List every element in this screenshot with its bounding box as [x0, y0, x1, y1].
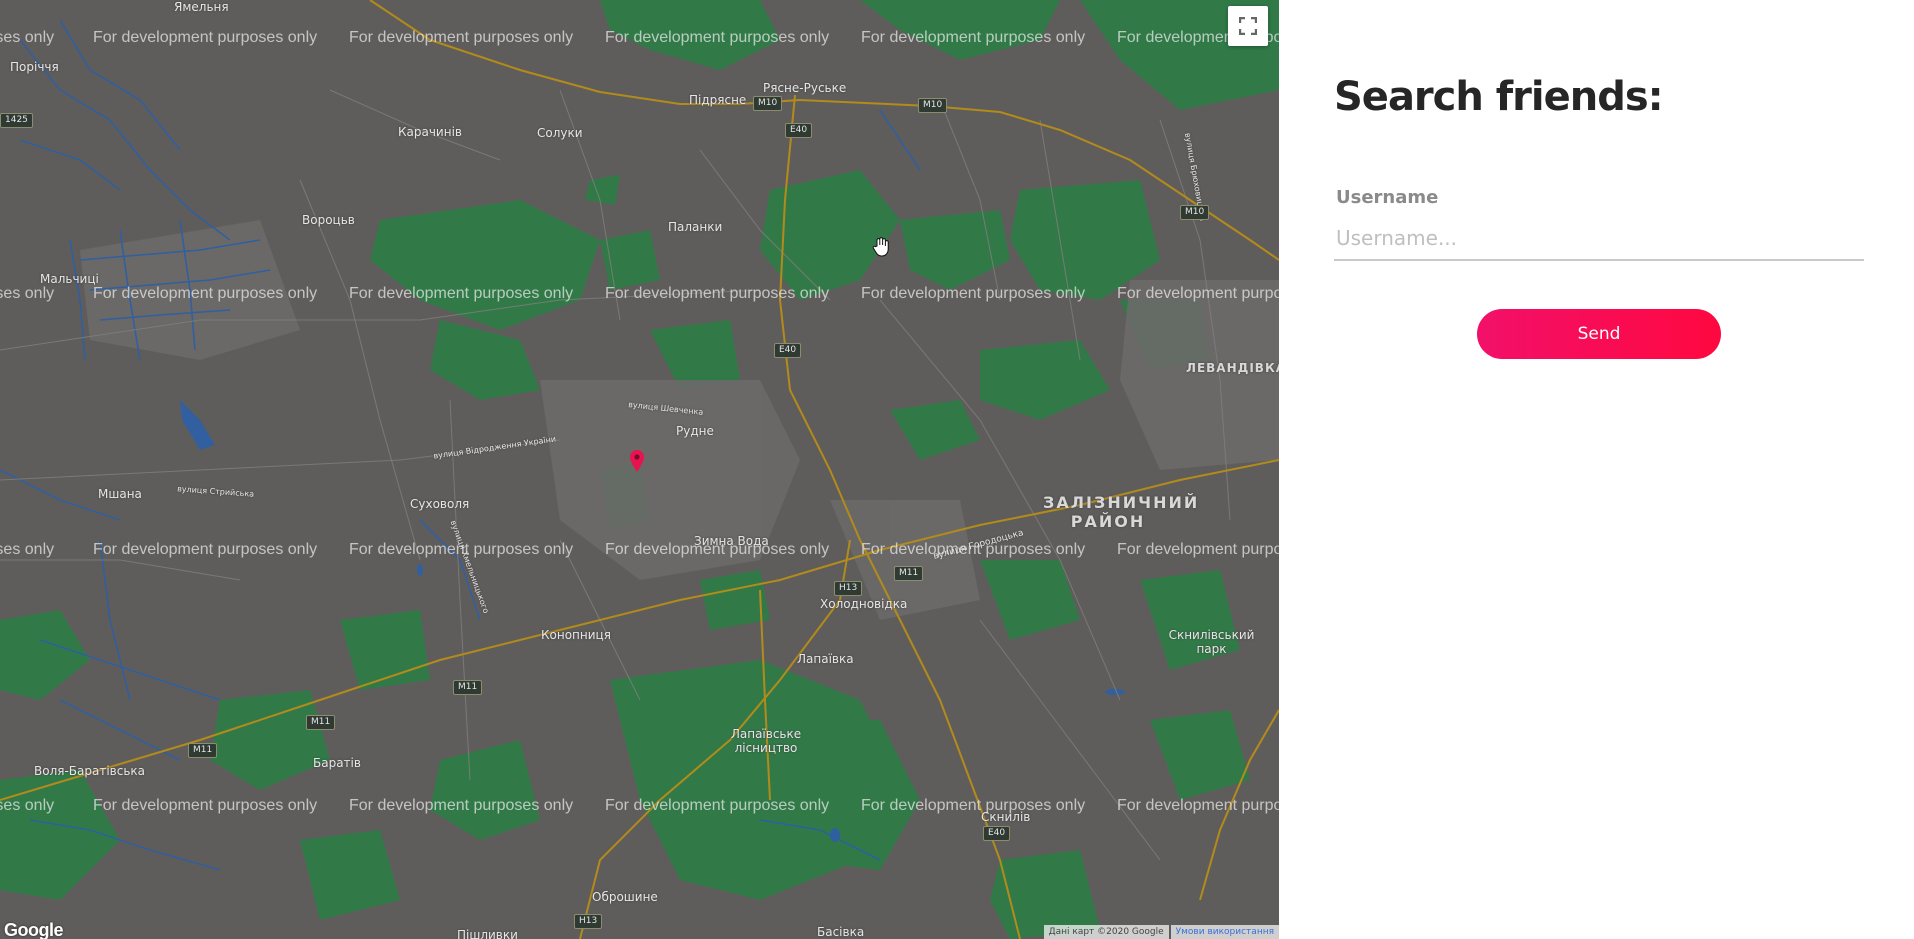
username-input[interactable]	[1334, 217, 1864, 261]
watermark-text: For development purposes only	[0, 541, 55, 558]
watermark-text: For development purposes only	[0, 797, 55, 814]
place-label: Оброшине	[592, 890, 658, 904]
place-label: Ямельня	[174, 0, 229, 14]
watermark-text: For development purposes only	[0, 29, 55, 46]
watermark-text: For development purposes only	[93, 285, 318, 302]
page-title: Search friends:	[1334, 74, 1664, 120]
road-shield: M10	[753, 96, 783, 111]
watermark-text: For development purposes only	[93, 541, 318, 558]
place-label: Лапаївка	[797, 652, 854, 666]
place-label: Поріччя	[10, 60, 59, 74]
watermark-text: For development purposes only	[605, 285, 830, 302]
watermark-text: For development purposes only	[861, 29, 1086, 46]
road-shield: M11	[188, 743, 218, 758]
road-shield: 1425	[0, 113, 33, 128]
terms-link[interactable]: Умови використання	[1170, 925, 1279, 939]
place-label: Конопниця	[541, 628, 611, 642]
place-label: Підрясне	[689, 93, 747, 107]
map-attribution: Дані карт ©2020 Google Умови використанн…	[1043, 925, 1279, 939]
road-shield: E40	[785, 123, 813, 138]
place-label: Паланки	[668, 220, 723, 234]
watermark-text: For development purposes only	[349, 797, 574, 814]
place-label: Холодновідка	[820, 597, 908, 611]
map[interactable]: Ямельня Поріччя Підрясне Рясне-Руське Ка…	[0, 0, 1279, 939]
username-label: Username	[1336, 187, 1439, 208]
send-button[interactable]: Send	[1477, 309, 1721, 359]
road-shield: M11	[894, 566, 924, 581]
place-label: Суховоля	[410, 497, 470, 511]
place-label: Рясне-Руське	[763, 81, 847, 95]
place-label: Басівка	[817, 925, 865, 939]
place-label: Баратів	[313, 756, 361, 770]
road-shield: M11	[306, 715, 336, 730]
watermark-text: For development purposes only	[349, 29, 574, 46]
district-label: ЗАЛІЗНИЧНИЙ РАЙОН	[1043, 493, 1200, 531]
place-label: Скнилівський парк	[1168, 628, 1255, 656]
watermark-text: For development purposes only	[861, 541, 1086, 558]
watermark-text: For development purposes only	[1117, 797, 1279, 814]
watermark-text: For development purposes only	[861, 285, 1086, 302]
watermark-text: For development purposes only	[93, 797, 318, 814]
map-data-attribution: Дані карт ©2020 Google	[1043, 925, 1169, 939]
search-panel: Search friends: Username Send	[1279, 0, 1914, 939]
place-label: Пішливки	[457, 928, 518, 939]
google-logo[interactable]: Google	[4, 920, 64, 939]
watermark-text: For development purposes only	[0, 285, 55, 302]
place-label: Солуки	[537, 126, 583, 140]
place-label: Лапаївське лісництво	[730, 727, 802, 755]
fullscreen-icon	[1239, 17, 1257, 35]
watermark-text: For development purposes only	[1117, 285, 1279, 302]
map-pin-icon[interactable]	[630, 450, 644, 477]
road-shield: M11	[453, 680, 483, 695]
watermark-text: For development purposes only	[349, 541, 574, 558]
fullscreen-button[interactable]	[1228, 6, 1268, 46]
hand-cursor-icon	[872, 237, 890, 262]
place-label: Воля-Баратівська	[34, 764, 146, 778]
watermark-text: For development purposes only	[93, 29, 318, 46]
watermark-text: For development purposes only	[605, 541, 830, 558]
road-shield: E40	[774, 343, 802, 358]
watermark-text: For development purposes only	[605, 29, 830, 46]
place-label: Рудне	[676, 424, 714, 438]
place-label: Мальчиці	[40, 272, 99, 286]
road-shield: H13	[834, 581, 863, 596]
district-label: ЛЕВАНДІВКА	[1186, 361, 1279, 375]
place-label: Вороцьв	[302, 213, 355, 227]
road-shield: E40	[983, 826, 1011, 841]
road-shield: M10	[1180, 205, 1210, 220]
watermark-text: For development purposes only	[861, 797, 1086, 814]
place-label: Карачинів	[398, 125, 462, 139]
watermark-text: For development purposes only	[1117, 541, 1279, 558]
watermark-text: For development purposes only	[349, 285, 574, 302]
place-label: Мшана	[98, 487, 142, 501]
watermark-text: For development purposes only	[605, 797, 830, 814]
road-shield: M10	[918, 98, 948, 113]
road-shield: H13	[574, 914, 603, 929]
